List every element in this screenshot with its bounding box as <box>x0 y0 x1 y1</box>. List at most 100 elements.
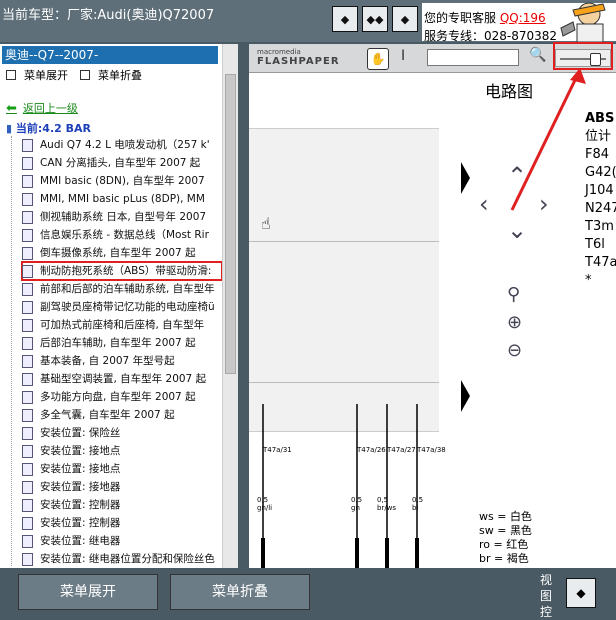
current-node-label: 当前:4.2 BAR <box>15 122 91 135</box>
wire-label: T47a/38 <box>417 446 446 454</box>
tree-item[interactable]: 信息娱乐系统 - 数据总线（Most Rir <box>22 226 222 244</box>
page-arrow-icon[interactable] <box>461 162 470 194</box>
view-next-button[interactable]: ◆ <box>566 578 596 608</box>
qq-link[interactable]: QQ:196 <box>500 11 546 25</box>
tree-item-label: MMI, MMI basic pLus (8DP), MM <box>40 193 205 205</box>
wiring-diagram <box>261 404 419 568</box>
wire-label: T47a/31 <box>263 446 292 454</box>
diagram-region <box>249 128 439 432</box>
tree-item[interactable]: 后部泊车辅助, 自车型年 2007 起 <box>22 334 222 352</box>
diagram-divider <box>249 382 439 383</box>
tree-item[interactable]: 安装位置: 继电器 <box>22 532 222 550</box>
document-icon <box>22 319 33 332</box>
tree-item[interactable]: 安装位置: 接地点 <box>22 442 222 460</box>
page-arrow-icon[interactable] <box>461 380 470 412</box>
tree-item-label: 安装位置: 保险丝 <box>40 427 121 439</box>
diagram-divider <box>249 241 439 242</box>
sidebar-title: 奥迪--Q7--2007- <box>2 46 218 64</box>
tree-connector <box>11 136 12 566</box>
document-icon <box>22 175 33 188</box>
expand-icon <box>6 70 16 80</box>
tree-item[interactable]: 安装位置: 继电器位置分配和保险丝色 <box>22 550 222 568</box>
tree-item-label: MMI basic (8DN), 自车型年 2007 <box>40 175 205 187</box>
tree-item[interactable]: MMI, MMI basic pLus (8DP), MM <box>22 190 222 208</box>
hand-cursor-icon: ☝ <box>261 214 271 233</box>
text-select-tool[interactable]: I <box>401 48 405 64</box>
tree-item[interactable]: 侧视辅助系统 日本, 自型号年 2007 <box>22 208 222 226</box>
tree-item-label: 安装位置: 控制器 <box>40 517 121 529</box>
pan-left-icon[interactable]: ‹ <box>479 190 489 218</box>
expand-menu-button[interactable]: 菜单展开 <box>18 574 158 610</box>
tree-item[interactable]: 基本装备, 自 2007 年型号起 <box>22 352 222 370</box>
document-icon <box>22 391 33 404</box>
tree-item-label: 信息娱乐系统 - 数据总线（Most Rir <box>40 229 209 241</box>
tree-item[interactable]: 可加热式前座椅和后座椅, 自车型年 <box>22 316 222 334</box>
back-link-label: 返回上一级 <box>22 102 78 115</box>
zoom-in-icon[interactable]: ⊕ <box>507 312 522 333</box>
document-icon <box>22 211 33 224</box>
folder-icon: ▮ <box>6 122 16 135</box>
pan-down-icon[interactable]: ⌄ <box>507 216 527 244</box>
collapse-menu-button[interactable]: 菜单折叠 <box>170 574 310 610</box>
wire-label: T47a/27 <box>387 446 416 454</box>
component-line: * <box>585 273 592 288</box>
tree-item[interactable]: 副驾驶员座椅带记忆功能的电动座椅ü <box>22 298 222 316</box>
sidebar-scrollbar[interactable] <box>222 44 238 568</box>
tree-item-label: 基本装备, 自 2007 年型号起 <box>40 355 175 367</box>
tree-item[interactable]: Audi Q7 4.2 L 电喷发动机（257 k' <box>22 136 222 154</box>
tree-item-label: 侧视辅助系统 日本, 自型号年 2007 <box>40 211 207 223</box>
component-line: T47a <box>585 255 616 270</box>
collapse-all-link[interactable]: 菜单折叠 <box>80 67 142 83</box>
zoom-fit-icon[interactable]: ⚲ <box>507 284 520 305</box>
sidebar-tree: 奥迪--Q7--2007- 菜单展开 菜单折叠 ⬅ 返回上一级 ▮ 当前:4.2 … <box>0 44 237 568</box>
back-link[interactable]: ⬅ 返回上一级 <box>6 100 78 116</box>
back-arrow-icon: ⬅ <box>6 101 17 116</box>
document-icon <box>22 427 33 440</box>
tree-item-label: 安装位置: 控制器 <box>40 499 121 511</box>
color-legend: ws = 白色 sw = 黑色 ro = 红色 br = 褐色 <box>479 510 532 565</box>
tree-item[interactable]: 安装位置: 保险丝 <box>22 424 222 442</box>
tree-item[interactable]: 多功能方向盘, 自车型年 2007 起 <box>22 388 222 406</box>
tree-item-label: 安装位置: 继电器位置分配和保险丝色 <box>40 553 215 565</box>
tree-item[interactable]: 安装位置: 接地点 <box>22 460 222 478</box>
zoom-out-icon[interactable]: ⊖ <box>507 340 522 361</box>
tree-item[interactable]: 安装位置: 控制器 <box>22 496 222 514</box>
double-page-button[interactable]: ◆◆ <box>362 6 388 32</box>
tree-item[interactable]: CAN 分离插头, 自车型年 2007 起 <box>22 154 222 172</box>
tree-item[interactable]: 基础型空调装置, 自车型年 2007 起 <box>22 370 222 388</box>
car-model-label: 当前车型：厂家:Audi(奥迪)Q72007 <box>2 8 215 23</box>
prev-page-button[interactable]: ◆ <box>332 6 358 32</box>
tree-item[interactable]: 多全气囊, 自车型年 2007 起 <box>22 406 222 424</box>
tree-item-label: 后部泊车辅助, 自车型年 2007 起 <box>40 337 196 349</box>
wire-label: T47a/26 <box>357 446 386 454</box>
document-icon <box>22 139 33 152</box>
tree-item[interactable]: 制动防抱死系统（ABS）带驱动防滑: <box>21 261 223 281</box>
top-bar: 当前车型：厂家:Audi(奥迪)Q72007 ◆ ◆◆ ◆ 您的专职客服 QQ:… <box>0 0 616 43</box>
document-icon <box>22 463 33 476</box>
hotline-label: 服务专线：028-870382 <box>424 29 558 43</box>
document-icon <box>22 301 33 314</box>
tree-item[interactable]: 倒车摄像系统, 自车型年 2007 起 <box>22 244 222 262</box>
tree-item[interactable]: MMI basic (8DN), 自车型年 2007 <box>22 172 222 190</box>
collapse-all-label: 菜单折叠 <box>98 69 142 82</box>
tree-list: Audi Q7 4.2 L 电喷发动机（257 k' CAN 分离插头, 自车型年… <box>21 136 223 568</box>
wire-spec: 0,5 br/ws <box>377 496 397 512</box>
tree-item[interactable]: 安装位置: 控制器 <box>22 514 222 532</box>
tree-item[interactable]: 前部和后部的泊车辅助系统, 自车型年 <box>22 280 222 298</box>
tree-item-label: 基础型空调装置, 自车型年 2007 起 <box>40 373 207 385</box>
expand-all-link[interactable]: 菜单展开 <box>6 67 68 83</box>
tree-item-label: 前部和后部的泊车辅助系统, 自车型年 <box>40 283 215 295</box>
flashpaper-logo: macromedia FLASHPAPER <box>257 48 340 67</box>
document-icon <box>22 265 33 278</box>
tree-item-label: 多全气囊, 自车型年 2007 起 <box>40 409 175 421</box>
document-icon <box>22 517 33 530</box>
document-icon <box>22 373 33 386</box>
document-icon <box>22 355 33 368</box>
hand-tool-button[interactable]: ✋ <box>367 48 389 70</box>
wire-spec: 0,5 gn <box>351 496 363 512</box>
scrollbar-thumb[interactable] <box>225 74 236 374</box>
component-line: T3m <box>585 219 614 234</box>
next-page-button[interactable]: ◆ <box>392 6 418 32</box>
wire-spec: 0,5 bl <box>412 496 424 512</box>
tree-item[interactable]: 安装位置: 接地器 <box>22 478 222 496</box>
